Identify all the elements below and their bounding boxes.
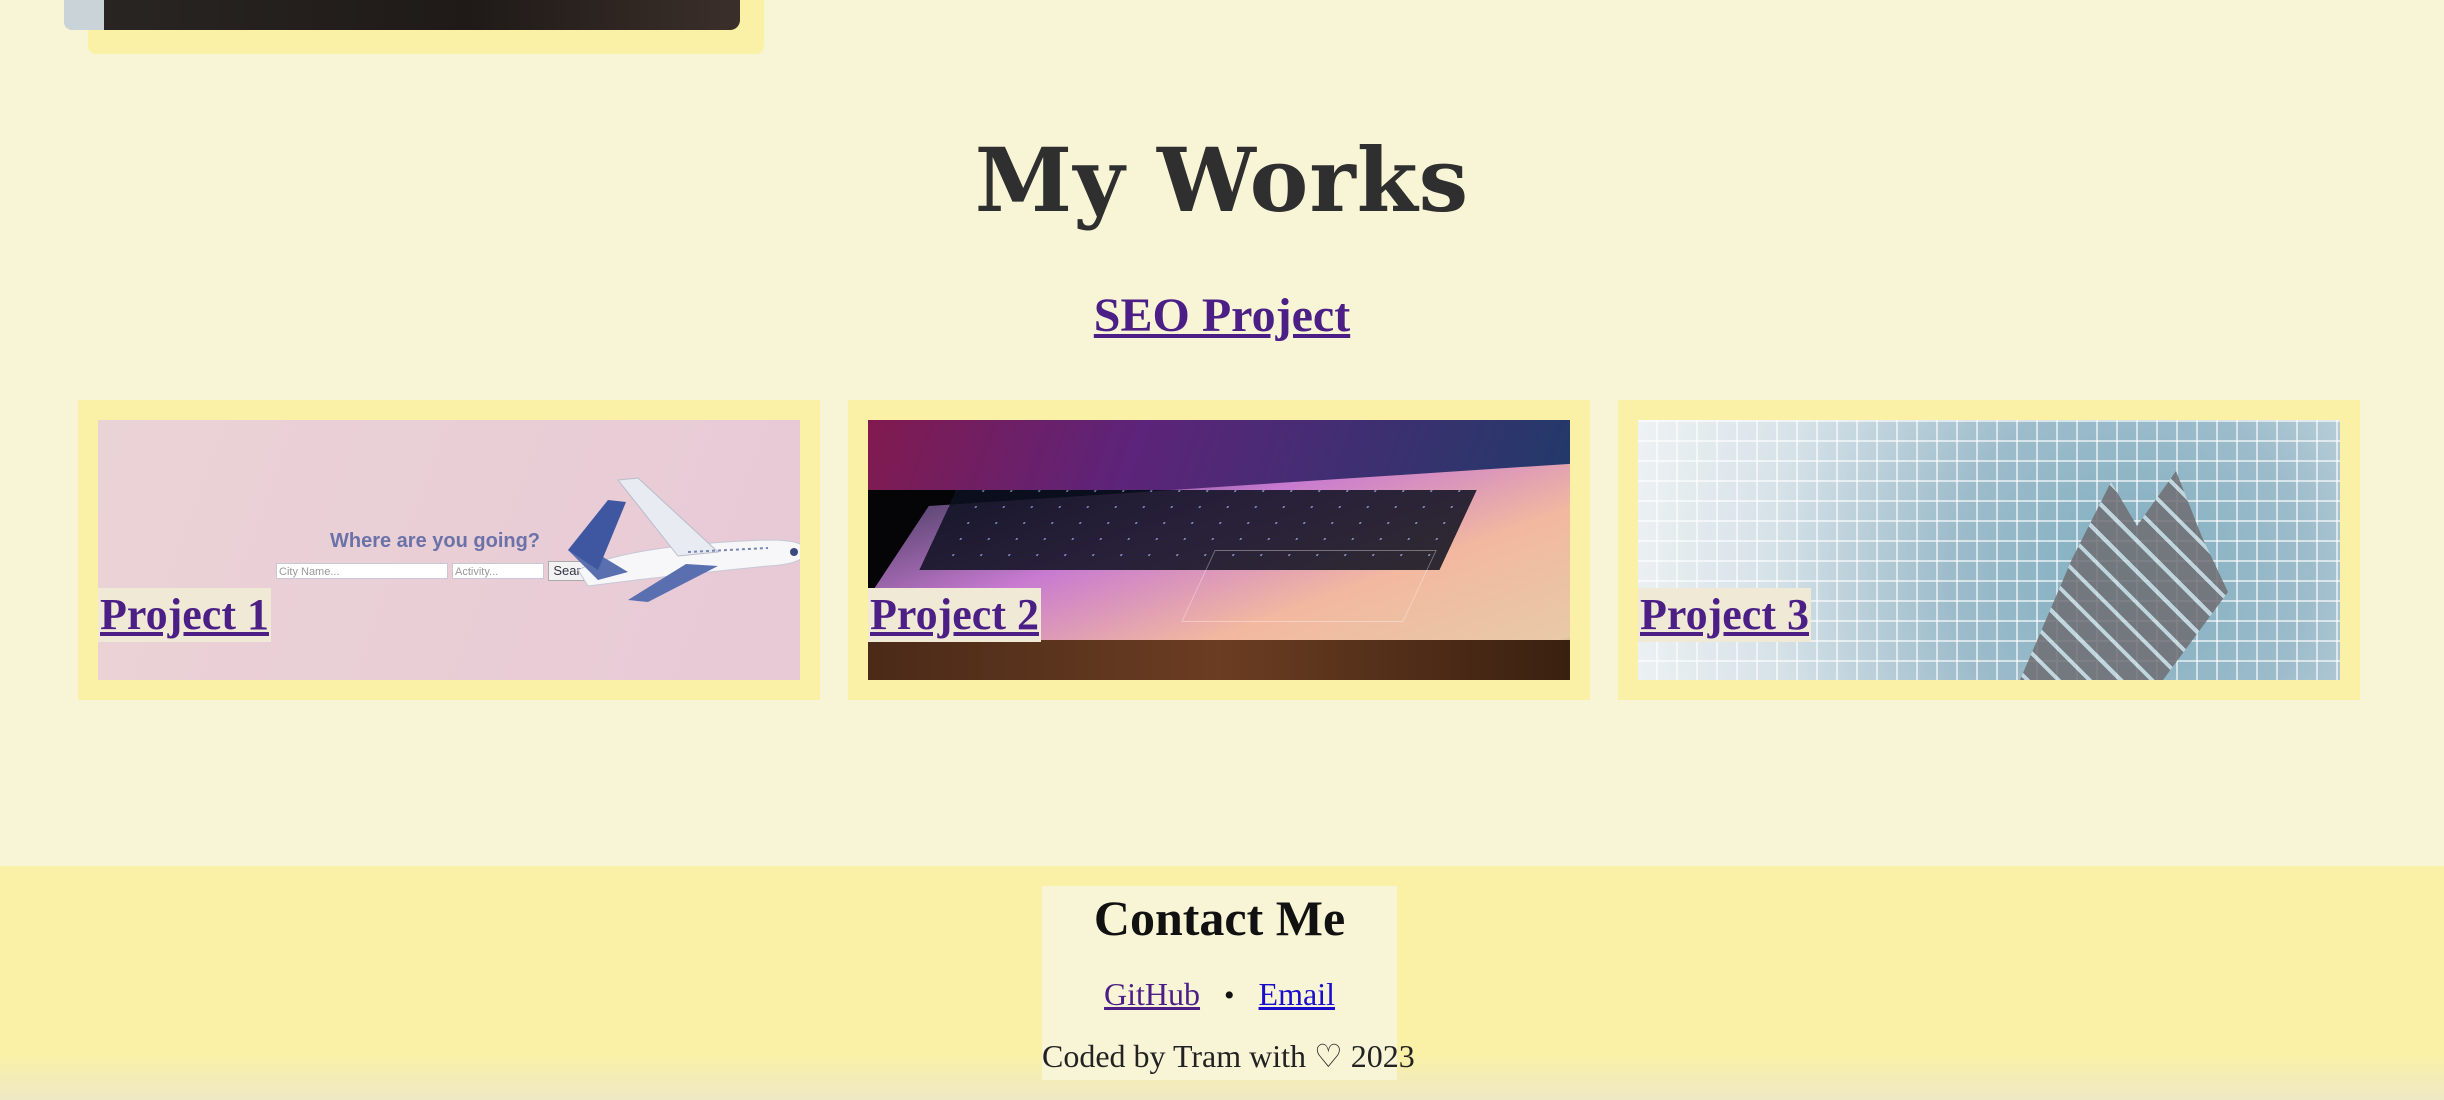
link-separator: •: [1224, 979, 1235, 1012]
seo-project-link-wrap: SEO Project: [0, 288, 2444, 343]
project-2-link[interactable]: Project 2: [868, 588, 1041, 642]
project-thumbnail-2[interactable]: Project 2: [868, 420, 1570, 680]
contact-links: GitHub • Email: [1042, 974, 1397, 1016]
footer: Contact Me GitHub • Email Coded by Tram wi…: [0, 866, 2444, 1100]
contact-title: Contact Me: [1093, 890, 1346, 946]
contact-box: Contact Me GitHub • Email Coded by Tram wi…: [1042, 886, 1415, 1080]
profile-photo: [64, 0, 740, 30]
project-thumbnail-1[interactable]: Where are you going? City Name... Activi…: [98, 420, 800, 680]
project-card-2[interactable]: Project 2: [848, 400, 1590, 700]
footer-credit: Coded by Tram with ♡ 2023: [1042, 1038, 1415, 1074]
email-link[interactable]: Email: [1259, 976, 1335, 1012]
works-title: My Works: [974, 128, 1470, 232]
seo-project-link[interactable]: SEO Project: [1094, 289, 1350, 342]
project-card-3[interactable]: Project 3: [1618, 400, 2360, 700]
airplane-image: [568, 477, 800, 602]
project-thumbnail-3[interactable]: Project 3: [1638, 420, 2340, 680]
github-link[interactable]: GitHub: [1104, 976, 1200, 1012]
project-card-1[interactable]: Where are you going? City Name... Activi…: [78, 400, 820, 700]
project-1-link[interactable]: Project 1: [98, 588, 271, 642]
laptop-trackpad: [1181, 550, 1437, 622]
project-3-link[interactable]: Project 3: [1638, 588, 1811, 642]
digital-hand-image: [2020, 471, 2228, 680]
thumb-activity-field: Activity...: [452, 563, 544, 579]
thumb-heading: Where are you going?: [330, 530, 541, 552]
desk-surface: [868, 640, 1570, 680]
thumb-city-field: City Name...: [276, 563, 448, 579]
